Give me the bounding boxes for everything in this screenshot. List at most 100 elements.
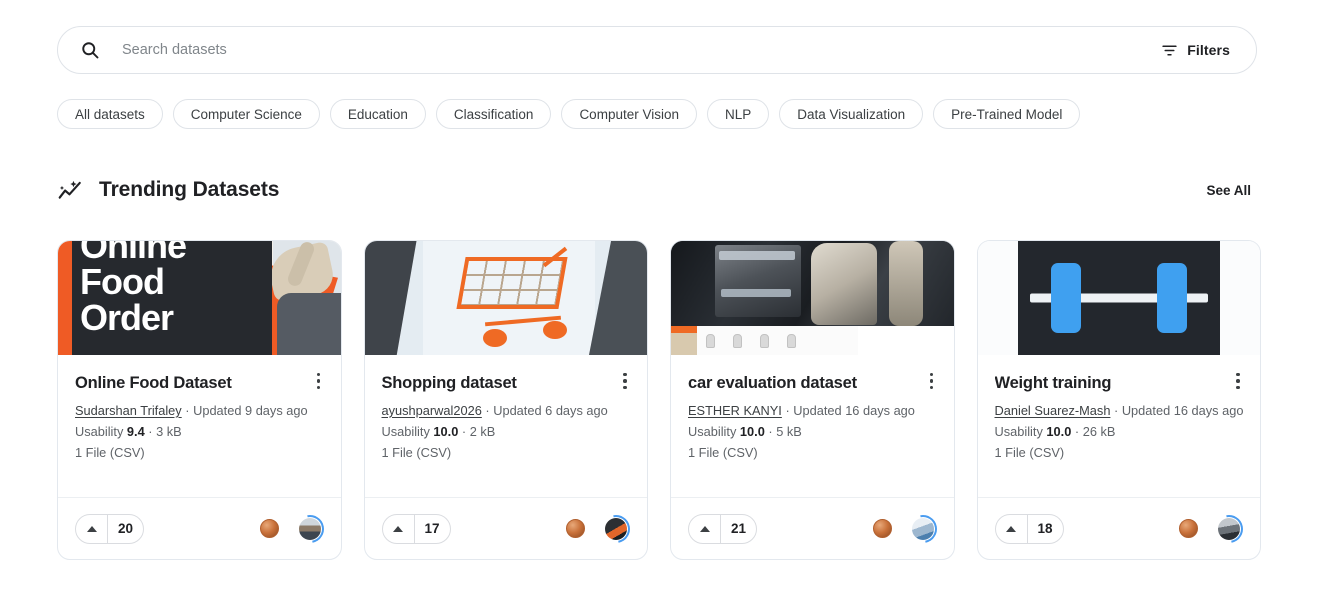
chip-data-visualization[interactable]: Data Visualization [779,99,924,129]
dataset-updated: · Updated 16 days ago [1114,403,1244,418]
dataset-size: · 5 kB [764,424,802,439]
section-header: Trending Datasets See All [57,172,1257,208]
dataset-usability: Usability 9.4 · 3 kB [75,424,324,439]
dataset-size: · 3 kB [144,424,182,439]
dataset-meta: Daniel Suarez-Mash · Updated 16 days ago [995,402,1244,419]
bronze-medal-icon [566,519,585,538]
caret-up-icon[interactable] [383,514,415,543]
vote-count: 20 [118,521,134,536]
dataset-owner-link[interactable]: ayushparwal2026 [382,403,482,418]
chip-computer-science[interactable]: Computer Science [172,99,320,129]
page-title: Trending Datasets [99,178,280,201]
dataset-card[interactable]: car evaluation dataset ESTHER KANYI · Up… [670,240,955,560]
dumbbell-icon [1017,241,1220,355]
dataset-usability: Usability 10.0 · 2 kB [382,424,631,439]
upvote-button[interactable]: 18 [994,513,1064,544]
card-badges [872,509,942,548]
avatar[interactable] [903,509,942,548]
card-body: Shopping dataset ayushparwal2026 · Updat… [365,355,648,497]
dataset-files: 1 File (CSV) [688,445,758,460]
datasets-browse-page: Filters All datasets Computer Science Ed… [0,0,1334,591]
bronze-medal-icon [1179,519,1198,538]
filters-label: Filters [1187,42,1230,58]
dataset-usability: Usability 10.0 · 26 kB [995,424,1244,439]
card-footer: 18 [977,497,1260,559]
more-options-icon[interactable] [615,369,635,393]
dataset-files: 1 File (CSV) [381,445,452,460]
bronze-medal-icon [259,519,279,538]
card-footer: 21 [671,497,954,559]
progress-ring-icon [596,509,636,548]
thumb-text-line3: Order [80,297,174,338]
avatar[interactable] [1209,509,1249,548]
caret-up-icon[interactable] [689,514,721,543]
progress-ring-icon [903,509,942,548]
dataset-thumbnail-car [671,241,954,355]
dataset-updated: · Updated 9 days ago [185,403,308,418]
dataset-updated: · Updated 6 days ago [485,403,608,418]
caret-up-icon[interactable] [76,514,108,543]
dataset-meta: Sudarshan Trifaley · Updated 9 days ago [75,402,324,419]
vote-count: 21 [731,521,747,536]
card-badges [566,509,636,548]
dataset-card[interactable]: Shopping dataset ayushparwal2026 · Updat… [363,240,648,560]
dataset-owner-link[interactable]: Daniel Suarez-Mash [995,403,1111,418]
dataset-meta: ayushparwal2026 · Updated 6 days ago [382,402,631,419]
dataset-thumbnail-online-food: Online Food Order [58,241,341,355]
dataset-thumbnail-shopping [364,241,647,355]
card-body: car evaluation dataset ESTHER KANYI · Up… [671,355,954,497]
usability-label: Usability [688,424,740,439]
progress-ring-icon [1209,509,1249,548]
thumb-text-line2: Food [80,261,165,302]
chip-all-datasets[interactable]: All datasets [57,99,163,129]
trending-up-sparkle-icon [58,180,81,199]
card-body: Weight training Daniel Suarez-Mash · Upd… [978,355,1261,497]
caret-up-icon[interactable] [996,514,1028,543]
more-options-icon[interactable] [309,369,329,393]
usability-label: Usability [75,424,127,439]
chip-pre-trained-model[interactable]: Pre-Trained Model [933,99,1081,129]
usability-label: Usability [381,424,434,439]
card-body: Online Food Dataset Sudarshan Trifaley ·… [58,355,341,497]
upvote-button[interactable]: 17 [381,513,451,544]
usability-label: Usability [994,424,1047,439]
filters-button[interactable]: Filters [1153,36,1238,65]
vote-count: 17 [424,521,440,536]
dataset-meta: ESTHER KANYI · Updated 16 days ago [688,402,937,419]
upvote-button[interactable]: 21 [688,513,758,544]
dataset-title: car evaluation dataset [688,374,857,392]
more-options-icon[interactable] [1228,369,1248,393]
upvote-button[interactable]: 20 [75,513,145,544]
more-options-icon[interactable] [922,369,942,393]
filter-chip-row: All datasets Computer Science Education … [57,99,1081,129]
progress-ring-icon [290,509,329,548]
usability-score: 10.0 [433,424,459,439]
dataset-title: Shopping dataset [381,374,517,392]
chip-nlp[interactable]: NLP [707,99,770,129]
search-input[interactable] [122,27,1154,73]
dataset-owner-link[interactable]: ESTHER KANYI [688,403,782,418]
chip-education[interactable]: Education [329,99,426,129]
card-footer: 17 [364,497,647,559]
dataset-owner-link[interactable]: Sudarshan Trifaley [75,403,182,418]
chip-computer-vision[interactable]: Computer Vision [561,99,697,129]
filter-icon [1162,44,1177,56]
vote-count: 18 [1037,521,1053,536]
dataset-card-grid: Online Food Order Online Food Dataset Su… [57,240,1261,560]
avatar[interactable] [596,509,636,548]
dataset-updated: · Updated 16 days ago [785,403,915,418]
dataset-title: Online Food Dataset [75,374,232,392]
chip-classification[interactable]: Classification [435,99,552,129]
search-bar[interactable]: Filters [57,26,1257,74]
see-all-link[interactable]: See All [1200,179,1257,202]
dataset-files: 1 File (CSV) [994,445,1065,460]
card-badges [259,509,329,548]
dataset-thumbnail-weight-training [977,241,1260,355]
dataset-card[interactable]: Online Food Order Online Food Dataset Su… [57,240,342,560]
dataset-card[interactable]: Weight training Daniel Suarez-Mash · Upd… [976,240,1261,560]
usability-score: 10.0 [1046,424,1072,439]
dataset-usability: Usability 10.0 · 5 kB [688,424,937,439]
avatar[interactable] [290,509,329,548]
usability-score: 9.4 [126,424,145,439]
dataset-title: Weight training [994,374,1112,392]
